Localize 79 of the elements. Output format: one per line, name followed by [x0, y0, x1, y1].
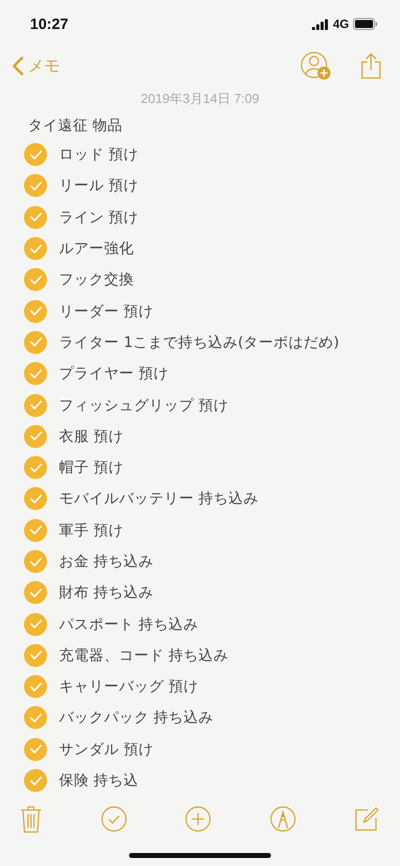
- checkbox[interactable]: [24, 675, 47, 698]
- checkbox[interactable]: [24, 362, 47, 386]
- checkmark-icon: [30, 180, 42, 191]
- checkbox[interactable]: [24, 644, 47, 667]
- note-date: 2019年3月14日 7:09: [140, 90, 260, 108]
- checkmark-icon: [30, 462, 42, 473]
- checkbox[interactable]: [24, 581, 47, 604]
- add-person-icon[interactable]: [300, 51, 332, 81]
- checkbox[interactable]: [24, 300, 47, 323]
- checkbox[interactable]: [24, 487, 47, 510]
- battery-icon: [353, 18, 378, 30]
- checkbox[interactable]: [24, 237, 47, 260]
- share-icon[interactable]: [360, 52, 382, 80]
- checkmark-icon: [30, 525, 42, 536]
- checkbox[interactable]: [24, 769, 47, 792]
- network-label: 4G: [332, 17, 349, 31]
- home-indicator[interactable]: [129, 853, 271, 858]
- checkmark-icon: [30, 682, 42, 692]
- add-icon[interactable]: [185, 806, 211, 832]
- checkmark-icon: [30, 556, 42, 566]
- pen-icon[interactable]: [270, 806, 296, 832]
- checklist-item: 衣服 預け: [59, 428, 124, 446]
- checkbox[interactable]: [24, 550, 47, 573]
- checkmark-icon: [30, 712, 42, 723]
- checkmark-icon: [30, 150, 42, 160]
- checkmark-icon: [30, 431, 42, 442]
- checkbox[interactable]: [24, 518, 47, 542]
- checklist-icon[interactable]: [100, 806, 126, 832]
- checkmark-icon: [30, 776, 42, 786]
- checklist-item: モバイルバッテリー 持ち込み: [59, 490, 259, 508]
- checkbox[interactable]: [24, 268, 47, 292]
- checklist-item: 充電器、コード 持ち込み: [59, 646, 229, 665]
- checkbox[interactable]: [24, 143, 47, 166]
- checklist-item: リーダー 預け: [59, 302, 154, 321]
- checkmark-icon: [30, 588, 42, 598]
- checklist-item: リール 預け: [59, 177, 139, 196]
- checklist-item: ルアー強化: [59, 240, 134, 258]
- checklist-item: フック交換: [59, 270, 134, 290]
- checklist-item: バックパック 持ち込み: [59, 709, 214, 728]
- checkbox[interactable]: [24, 738, 47, 761]
- checklist-item: ロッド 預け: [59, 146, 139, 164]
- checkmark-icon: [30, 619, 42, 630]
- checklist-item: ライター 1こまで持ち込み(ターボはだめ): [59, 334, 340, 352]
- checklist-item: お金 持ち込み: [59, 553, 154, 571]
- checkbox[interactable]: [24, 394, 47, 417]
- checkmark-icon: [30, 337, 42, 348]
- checkmark-icon: [30, 274, 42, 285]
- trash-icon[interactable]: [20, 805, 42, 834]
- checkmark-icon: [30, 494, 42, 504]
- checkmark-icon: [30, 212, 42, 222]
- checkbox[interactable]: [24, 424, 47, 448]
- checklist-item: 財布 持ち込み: [59, 584, 154, 602]
- checkbox[interactable]: [24, 456, 47, 480]
- checklist-item: サンダル 預け: [59, 740, 154, 759]
- checkmark-icon: [30, 244, 42, 254]
- checkbox[interactable]: [24, 174, 47, 198]
- note-title: タイ遠征 物品: [28, 117, 124, 135]
- checklist-item: 保険 持ち込: [59, 772, 139, 790]
- checklist-item: 軍手 預け: [59, 522, 124, 540]
- chevron-left-icon[interactable]: [12, 56, 24, 76]
- checkbox[interactable]: [24, 330, 47, 354]
- checkmark-icon: [30, 368, 42, 379]
- checklist-item: 帽子 預け: [59, 459, 124, 478]
- checklist-item: ライン 預け: [59, 208, 139, 227]
- checkmark-icon: [30, 650, 42, 660]
- checklist-item: キャリーバッグ 預け: [59, 678, 199, 696]
- checkbox[interactable]: [24, 206, 47, 229]
- status-time: 10:27: [30, 16, 68, 32]
- checkmark-icon: [30, 306, 42, 316]
- back-button[interactable]: メモ: [12, 56, 60, 76]
- checklist-item: パスポート 持ち込み: [59, 616, 199, 634]
- checkbox[interactable]: [24, 706, 47, 730]
- checklist-item: フィッシュグリップ 預け: [59, 396, 229, 415]
- checklist-item: プライヤー 預け: [59, 364, 169, 384]
- compose-icon[interactable]: [354, 806, 380, 832]
- checkmark-icon: [30, 744, 42, 754]
- checkbox[interactable]: [24, 612, 47, 636]
- signal-icon: [312, 18, 329, 30]
- checkmark-icon: [30, 400, 42, 410]
